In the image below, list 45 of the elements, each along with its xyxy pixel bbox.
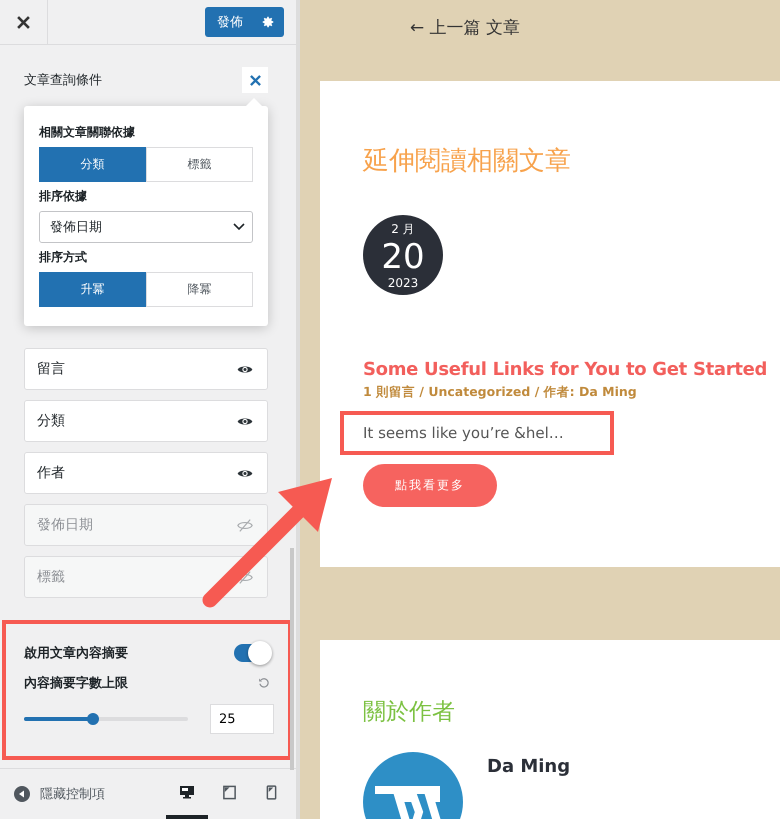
- author-name: Da Ming: [487, 756, 570, 779]
- number-input[interactable]: 25: [210, 704, 274, 734]
- toggle-switch[interactable]: [234, 644, 270, 662]
- eye-hidden-icon[interactable]: [237, 570, 253, 584]
- section-title: 文章查詢條件: [24, 72, 102, 89]
- meta-item[interactable]: 分類: [24, 400, 268, 442]
- author-heading: 關於作者: [363, 698, 456, 727]
- order-by-dropdown[interactable]: 發佈日期: [39, 211, 253, 243]
- phone-icon: [266, 784, 276, 800]
- close-popover-button[interactable]: [242, 67, 268, 93]
- meta-item[interactable]: 留言: [24, 348, 268, 390]
- field-label: 排序方式: [39, 249, 88, 266]
- slider-label: 內容摘要字數上限: [24, 674, 128, 692]
- settings-icon: [261, 15, 275, 29]
- item-label: 標籤: [37, 568, 65, 586]
- close-icon: [17, 16, 30, 28]
- toggle-label: 啟用文章內容摘要: [24, 644, 128, 662]
- eye-icon[interactable]: [237, 364, 253, 374]
- collapse-icon: [14, 786, 30, 802]
- segment-tab[interactable]: 分類: [39, 147, 146, 182]
- hide-controls-button[interactable]: 隱藏控制項: [14, 785, 105, 803]
- reset-icon[interactable]: [258, 677, 270, 689]
- segment-tab[interactable]: 降冪: [146, 272, 253, 307]
- related-heading: 延伸閱讀相關文章: [363, 145, 571, 178]
- post-meta: 1 則留言 / Uncategorized / 作者: Da Ming: [363, 384, 637, 401]
- post-excerpt: It seems like you’re &hel…: [340, 411, 614, 455]
- slider-thumb[interactable]: [86, 713, 99, 725]
- item-label: 作者: [37, 464, 65, 482]
- close-icon: [250, 74, 260, 86]
- tablet-icon: [222, 784, 236, 800]
- meta-item[interactable]: 作者: [24, 452, 268, 494]
- segment-tab[interactable]: 標籤: [146, 147, 253, 182]
- item-label: 分類: [37, 412, 65, 430]
- date-badge: 2 月 20 2023: [363, 215, 443, 295]
- field-label: 排序依據: [39, 188, 88, 205]
- field-label: 相關文章關聯依據: [39, 124, 136, 141]
- eye-icon[interactable]: [237, 468, 253, 478]
- previous-post-link[interactable]: ← 上一篇 文章: [410, 16, 780, 39]
- item-label: 發佈日期: [37, 516, 93, 534]
- publish-button[interactable]: 發佈: [205, 7, 284, 37]
- segment-tab[interactable]: 升冪: [39, 272, 146, 307]
- chevron-down-icon: [233, 223, 245, 231]
- desktop-icon: [179, 784, 195, 800]
- eye-icon[interactable]: [237, 416, 253, 426]
- item-label: 留言: [37, 360, 65, 378]
